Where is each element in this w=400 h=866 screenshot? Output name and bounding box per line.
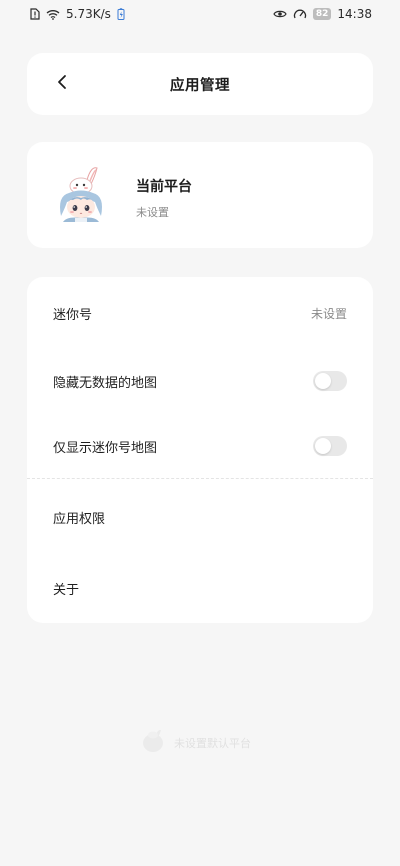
- status-bar: 5.73K/s 82 14:38: [0, 0, 400, 28]
- platform-status: 未设置: [136, 206, 169, 219]
- sim-alert-icon: [30, 8, 40, 20]
- clock: 14:38: [337, 7, 372, 21]
- battery-saver-icon: [117, 8, 125, 20]
- about-label: 关于: [53, 582, 80, 598]
- header-bar: 应用管理: [27, 53, 373, 115]
- eye-icon: [273, 9, 287, 19]
- empty-platform-watermark: 未设置默认平台: [140, 728, 251, 758]
- chevron-left-icon: [57, 74, 67, 94]
- toggle-knob: [315, 438, 331, 454]
- status-bar-left: 5.73K/s: [30, 7, 125, 21]
- app-permissions-row[interactable]: 应用权限: [27, 484, 373, 550]
- hide-empty-maps-row: 隐藏无数据的地图: [27, 348, 373, 414]
- only-mini-maps-label: 仅显示迷你号地图: [53, 440, 158, 456]
- status-bar-right: 82 14:38: [273, 7, 372, 21]
- wifi-icon: [46, 9, 60, 20]
- speedometer-icon: [293, 8, 307, 20]
- mini-number-row[interactable]: 迷你号 未设置: [27, 280, 373, 346]
- toggle-knob: [315, 373, 331, 389]
- hide-empty-maps-toggle[interactable]: [313, 371, 347, 391]
- only-mini-maps-row: 仅显示迷你号地图: [27, 413, 373, 479]
- hide-empty-maps-label: 隐藏无数据的地图: [53, 375, 158, 391]
- about-row[interactable]: 关于: [27, 555, 373, 621]
- only-mini-maps-toggle[interactable]: [313, 436, 347, 456]
- settings-list: 迷你号 未设置 隐藏无数据的地图 仅显示迷你号地图 应用权限 关于: [27, 277, 373, 623]
- platform-title: 当前平台: [136, 179, 192, 195]
- mini-number-label: 迷你号: [53, 307, 93, 323]
- battery-indicator: 82: [312, 8, 332, 20]
- section-divider: [27, 478, 373, 479]
- app-permissions-label: 应用权限: [53, 511, 106, 527]
- watermark-text: 未设置默认平台: [174, 737, 251, 750]
- watermark-avatar-icon: [140, 728, 166, 758]
- network-speed: 5.73K/s: [66, 7, 111, 21]
- mini-number-value: 未设置: [310, 306, 347, 321]
- current-platform-card[interactable]: 当前平台 未设置: [27, 142, 373, 248]
- platform-avatar: [53, 166, 109, 224]
- page-title: 应用管理: [170, 77, 230, 94]
- back-button[interactable]: [49, 71, 75, 97]
